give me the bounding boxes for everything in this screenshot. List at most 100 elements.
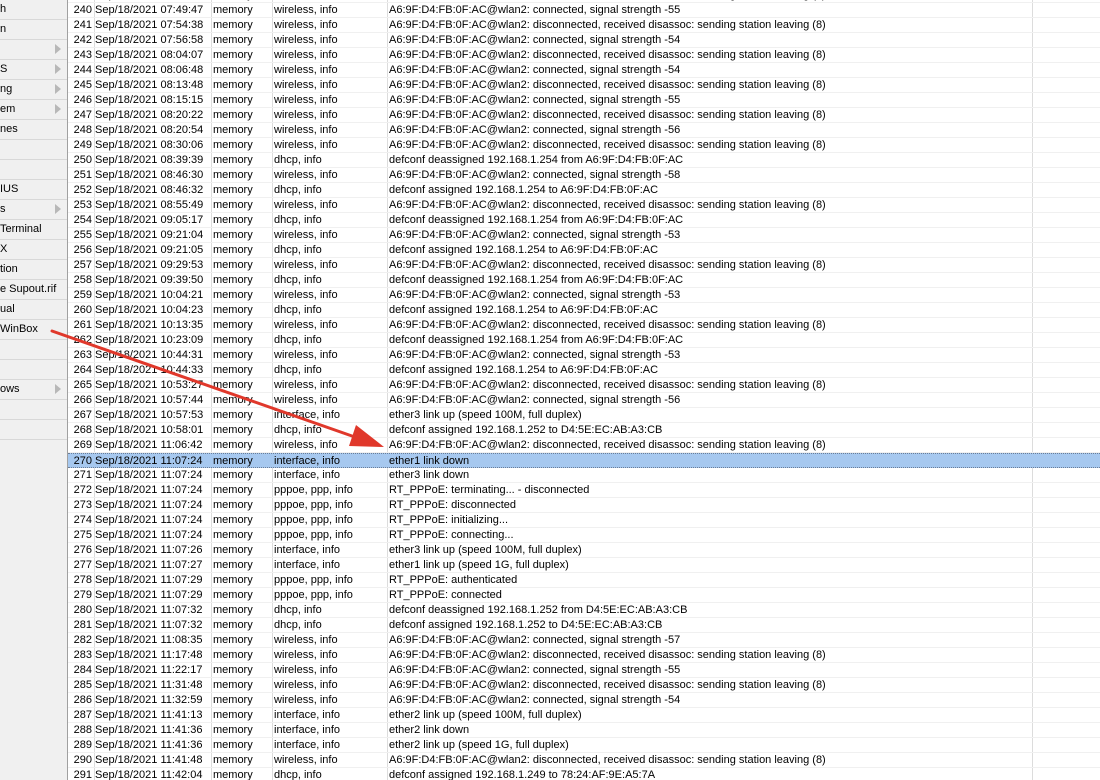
log-topics: dhcp, info (274, 769, 322, 780)
log-buffer: memory (213, 394, 253, 406)
log-time: Sep/18/2021 10:04:21 (95, 289, 204, 301)
log-row[interactable]: 277 Sep/18/2021 11:07:27 memory interface, … (68, 558, 1100, 573)
log-row[interactable]: 245 Sep/18/2021 08:13:48 memory wireless, i… (68, 78, 1100, 93)
log-message: defconf assigned 192.168.1.252 to D4:5E:… (389, 619, 663, 631)
log-row[interactable]: 247 Sep/18/2021 08:20:22 memory wireless, i… (68, 108, 1100, 123)
log-row[interactable]: 286 Sep/18/2021 11:32:59 memory wireless, i… (68, 693, 1100, 708)
log-buffer: memory (213, 664, 253, 676)
log-row[interactable]: 262 Sep/18/2021 10:23:09 memory dhcp, info d… (68, 333, 1100, 348)
log-row[interactable]: 268 Sep/18/2021 10:58:01 memory dhcp, info d… (68, 423, 1100, 438)
log-row[interactable]: 285 Sep/18/2021 11:31:48 memory wireless, i… (68, 678, 1100, 693)
log-row[interactable]: 252 Sep/18/2021 08:46:32 memory dhcp, info d… (68, 183, 1100, 198)
log-message: A6:9F:D4:FB:0F:AC@wlan2: connected, sign… (389, 289, 681, 301)
sidebar-item[interactable]: s (0, 200, 67, 220)
log-row[interactable]: 241 Sep/18/2021 07:54:38 memory wireless, i… (68, 18, 1100, 33)
sidebar-item[interactable]: ng (0, 80, 67, 100)
sidebar-item[interactable] (0, 420, 67, 440)
log-row[interactable]: 266 Sep/18/2021 10:57:44 memory wireless, i… (68, 393, 1100, 408)
sidebar-item[interactable]: n (0, 20, 67, 40)
log-row[interactable]: 240 Sep/18/2021 07:49:47 memory wireless, i… (68, 3, 1100, 18)
log-row[interactable]: 289 Sep/18/2021 11:41:36 memory interface, … (68, 738, 1100, 753)
log-row[interactable]: 264 Sep/18/2021 10:44:33 memory dhcp, info d… (68, 363, 1100, 378)
log-time: Sep/18/2021 08:06:48 (95, 64, 204, 76)
log-topics: wireless, info (274, 679, 338, 691)
log-row[interactable]: 279 Sep/18/2021 11:07:29 memory pppoe, ppp,… (68, 588, 1100, 603)
log-row[interactable]: 257 Sep/18/2021 09:29:53 memory wireless, i… (68, 258, 1100, 273)
sidebar-item[interactable]: h (0, 0, 67, 20)
log-row[interactable]: 251 Sep/18/2021 08:46:30 memory wireless, i… (68, 168, 1100, 183)
sidebar-item-label: WinBox (0, 323, 38, 335)
log-number: 250 (73, 154, 92, 166)
log-row[interactable]: 260 Sep/18/2021 10:04:23 memory dhcp, info d… (68, 303, 1100, 318)
log-row[interactable]: 254 Sep/18/2021 09:05:17 memory dhcp, info d… (68, 213, 1100, 228)
sidebar-item[interactable]: e Supout.rif (0, 280, 67, 300)
log-row[interactable]: 274 Sep/18/2021 11:07:24 memory pppoe, ppp,… (68, 513, 1100, 528)
log-row[interactable]: 253 Sep/18/2021 08:55:49 memory wireless, i… (68, 198, 1100, 213)
log-buffer: memory (213, 769, 253, 780)
log-number: 259 (73, 289, 92, 301)
log-row[interactable]: 242 Sep/18/2021 07:56:58 memory wireless, i… (68, 33, 1100, 48)
log-topics: wireless, info (274, 124, 338, 136)
log-row[interactable]: 281 Sep/18/2021 11:07:32 memory dhcp, info d… (68, 618, 1100, 633)
sidebar-item[interactable]: em (0, 100, 67, 120)
log-row[interactable]: 272 Sep/18/2021 11:07:24 memory pppoe, ppp,… (68, 483, 1100, 498)
log-buffer: memory (213, 184, 253, 196)
sidebar-item[interactable]: WinBox (0, 320, 67, 340)
log-message: A6:9F:D4:FB:0F:AC@wlan2: disconnected, r… (389, 379, 826, 391)
log-row[interactable]: 261 Sep/18/2021 10:13:35 memory wireless, i… (68, 318, 1100, 333)
log-message: A6:9F:D4:FB:0F:AC@wlan2: disconnected, r… (389, 19, 826, 31)
log-row[interactable]: 250 Sep/18/2021 08:39:39 memory dhcp, info d… (68, 153, 1100, 168)
sidebar-item[interactable] (0, 360, 67, 380)
log-row-selected[interactable]: 270 Sep/18/2021 11:07:24 memory interface, … (68, 453, 1100, 468)
log-message: defconf deassigned 192.168.1.254 from A6… (389, 334, 684, 346)
log-row[interactable]: 271 Sep/18/2021 11:07:24 memory interface, … (68, 468, 1100, 483)
log-buffer: memory (213, 619, 253, 631)
log-row[interactable]: 276 Sep/18/2021 11:07:26 memory interface, … (68, 543, 1100, 558)
log-row[interactable]: 249 Sep/18/2021 08:30:06 memory wireless, i… (68, 138, 1100, 153)
sidebar-item[interactable]: nes (0, 120, 67, 140)
log-row[interactable]: 255 Sep/18/2021 09:21:04 memory wireless, i… (68, 228, 1100, 243)
log-row[interactable]: 246 Sep/18/2021 08:15:15 memory wireless, i… (68, 93, 1100, 108)
log-row[interactable]: 275 Sep/18/2021 11:07:24 memory pppoe, ppp,… (68, 528, 1100, 543)
log-topics: interface, info (274, 724, 341, 736)
sidebar-item[interactable] (0, 400, 67, 420)
sidebar-item[interactable]: X (0, 240, 67, 260)
log-row[interactable]: 273 Sep/18/2021 11:07:24 memory pppoe, ppp,… (68, 498, 1100, 513)
log-topics: wireless, info (274, 379, 338, 391)
sidebar-item[interactable]: ows (0, 380, 67, 400)
log-row[interactable]: 243 Sep/18/2021 08:04:07 memory wireless, i… (68, 48, 1100, 63)
log-row[interactable]: 269 Sep/18/2021 11:06:42 memory wireless, i… (68, 438, 1100, 453)
log-row[interactable]: 265 Sep/18/2021 10:53:27 memory wireless, i… (68, 378, 1100, 393)
log-topics: dhcp, info (274, 334, 322, 346)
log-topics: wireless, info (274, 139, 338, 151)
log-time: Sep/18/2021 08:39:39 (95, 154, 204, 166)
sidebar-item[interactable]: S (0, 60, 67, 80)
log-row[interactable]: 284 Sep/18/2021 11:22:17 memory wireless, i… (68, 663, 1100, 678)
sidebar-item[interactable]: tion (0, 260, 67, 280)
log-row[interactable]: 256 Sep/18/2021 09:21:05 memory dhcp, info d… (68, 243, 1100, 258)
log-row[interactable]: 280 Sep/18/2021 11:07:32 memory dhcp, info d… (68, 603, 1100, 618)
log-row[interactable]: 291 Sep/18/2021 11:42:04 memory dhcp, info d… (68, 768, 1100, 780)
log-row[interactable]: 283 Sep/18/2021 11:17:48 memory wireless, i… (68, 648, 1100, 663)
log-row[interactable]: 258 Sep/18/2021 09:39:50 memory dhcp, info d… (68, 273, 1100, 288)
sidebar-item[interactable]: Terminal (0, 220, 67, 240)
sidebar-item[interactable] (0, 140, 67, 160)
log-row[interactable]: 267 Sep/18/2021 10:57:53 memory interface, … (68, 408, 1100, 423)
log-row[interactable]: 244 Sep/18/2021 08:06:48 memory wireless, i… (68, 63, 1100, 78)
log-buffer: memory (213, 334, 253, 346)
log-row[interactable]: 288 Sep/18/2021 11:41:36 memory interface, … (68, 723, 1100, 738)
log-row[interactable]: 282 Sep/18/2021 11:08:35 memory wireless, i… (68, 633, 1100, 648)
log-buffer: memory (213, 379, 253, 391)
sidebar-item[interactable] (0, 40, 67, 60)
log-row[interactable]: 290 Sep/18/2021 11:41:48 memory wireless, i… (68, 753, 1100, 768)
sidebar-item[interactable] (0, 160, 67, 180)
log-row[interactable]: 287 Sep/18/2021 11:41:13 memory interface, … (68, 708, 1100, 723)
sidebar-item[interactable]: IUS (0, 180, 67, 200)
log-row[interactable]: 248 Sep/18/2021 08:20:54 memory wireless, i… (68, 123, 1100, 138)
sidebar-item[interactable]: ual (0, 300, 67, 320)
log-row[interactable]: 259 Sep/18/2021 10:04:21 memory wireless, i… (68, 288, 1100, 303)
log-topics: interface, info (274, 559, 341, 571)
sidebar-item[interactable] (0, 340, 67, 360)
log-row[interactable]: 278 Sep/18/2021 11:07:29 memory pppoe, ppp,… (68, 573, 1100, 588)
log-row[interactable]: 263 Sep/18/2021 10:44:31 memory wireless, i… (68, 348, 1100, 363)
